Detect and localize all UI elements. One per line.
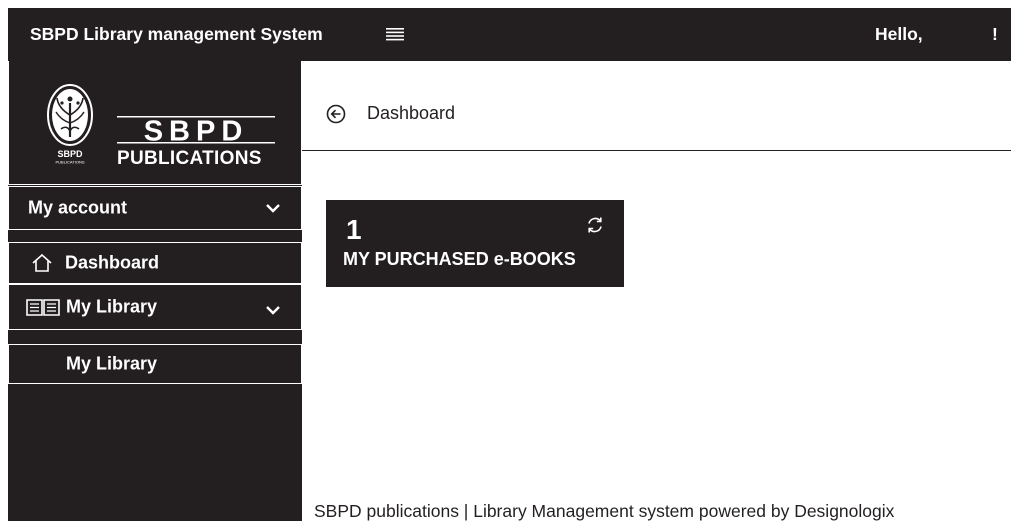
sidebar-item-my-account[interactable]: My account bbox=[8, 186, 302, 230]
emblem-subtext: PUBLICATIONS bbox=[55, 160, 84, 165]
purchased-ebooks-card[interactable]: 1 MY PURCHASED e-BOOKS bbox=[326, 200, 624, 287]
breadcrumb: Dashboard bbox=[367, 103, 456, 123]
hamburger-menu-icon[interactable] bbox=[385, 27, 405, 41]
emblem-text: SBPD bbox=[57, 149, 83, 159]
purchased-ebooks-count: 1 bbox=[346, 214, 362, 245]
sidebar-item-label: My account bbox=[28, 197, 128, 218]
home-icon bbox=[32, 253, 52, 272]
sidebar-item-my-library[interactable]: My Library bbox=[8, 284, 302, 330]
sidebar-item-label: My Library bbox=[66, 296, 158, 317]
svg-text:SBPD: SBPD bbox=[144, 116, 249, 148]
book-open-icon bbox=[26, 299, 60, 316]
sidebar-subitem-my-library[interactable]: My Library bbox=[8, 344, 302, 384]
greeting-exclamation: ! bbox=[992, 24, 998, 44]
purchased-ebooks-label: MY PURCHASED e-BOOKS bbox=[343, 249, 576, 269]
footer-text: SBPD publications | Library Management s… bbox=[314, 501, 895, 521]
back-arrow-icon[interactable] bbox=[326, 104, 346, 124]
top-bar: SBPD Library management System Hello, ! bbox=[8, 8, 1011, 61]
brand-logo[interactable]: SBPD PUBLICATIONS SBPD PUBLICATIONS bbox=[8, 61, 302, 185]
chevron-down-icon bbox=[266, 204, 280, 213]
chevron-down-icon bbox=[266, 306, 280, 315]
sidebar-item-dashboard[interactable]: Dashboard bbox=[8, 242, 302, 284]
brand-wordmark: SBPD bbox=[117, 116, 275, 148]
sidebar: SBPD PUBLICATIONS SBPD PUBLICATIONS My a… bbox=[8, 61, 302, 521]
sidebar-subitem-label: My Library bbox=[66, 353, 158, 374]
sidebar-item-label: Dashboard bbox=[65, 252, 160, 273]
greeting-text[interactable]: Hello, bbox=[875, 24, 923, 45]
app-title: SBPD Library management System bbox=[30, 24, 323, 44]
brand-tagline: PUBLICATIONS bbox=[117, 148, 262, 169]
refresh-icon[interactable] bbox=[585, 215, 605, 235]
header-divider bbox=[302, 150, 1011, 151]
publisher-emblem-icon: SBPD PUBLICATIONS bbox=[47, 84, 93, 165]
